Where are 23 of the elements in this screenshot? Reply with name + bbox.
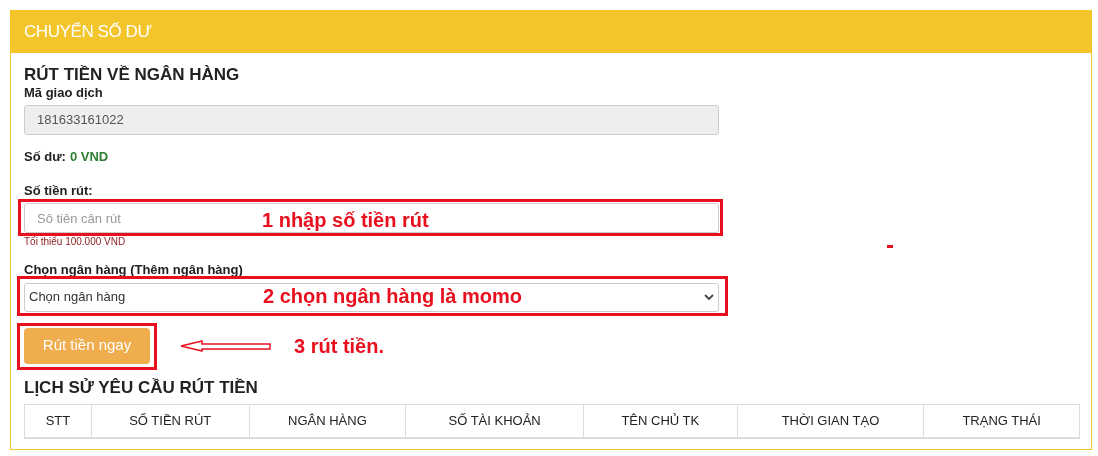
field-label: Chọn ngân hàng (Thêm ngân hàng) [24, 261, 244, 279]
dash-mark [887, 245, 893, 248]
history-title: LỊCH SỬ YÊU CẦU RÚT TIỀN [24, 377, 259, 398]
column-header: NGÂN HÀNG [248, 404, 406, 437]
annotation-note: 2 chọn ngân hàng là momo [263, 283, 522, 309]
left-arrow-icon [180, 338, 272, 353]
column-header: TÊN CHỦ TK [582, 404, 737, 437]
amount-hint: Tối thiểu 100.000 VND [24, 236, 126, 248]
column-header: STT [44, 411, 72, 430]
column-header: SỐ TÀI KHOẢN [405, 404, 583, 437]
field-label: Mã giao dịch [24, 85, 104, 101]
annotation-note: 3 rút tiền. [294, 333, 384, 359]
chevron-down-icon [704, 293, 714, 301]
column-header: THỜI GIAN TẠO [736, 404, 924, 437]
form-title: RÚT TIỀN VỀ NGÂN HÀNG [24, 65, 241, 85]
column-header: SỐ TIỀN RÚT [90, 404, 249, 437]
balance-label: Số dư: [24, 148, 66, 166]
balance-value: 0 VND [69, 148, 109, 166]
panel-title: CHUYỂN SỐ DƯ [24, 21, 152, 44]
transaction-field: 181633161022 [24, 105, 719, 135]
annotation-note: 1 nhập số tiền rút [262, 208, 429, 233]
column-header: TRẠNG THÁI [923, 404, 1079, 437]
field-label: Số tiền rút: [24, 181, 94, 200]
